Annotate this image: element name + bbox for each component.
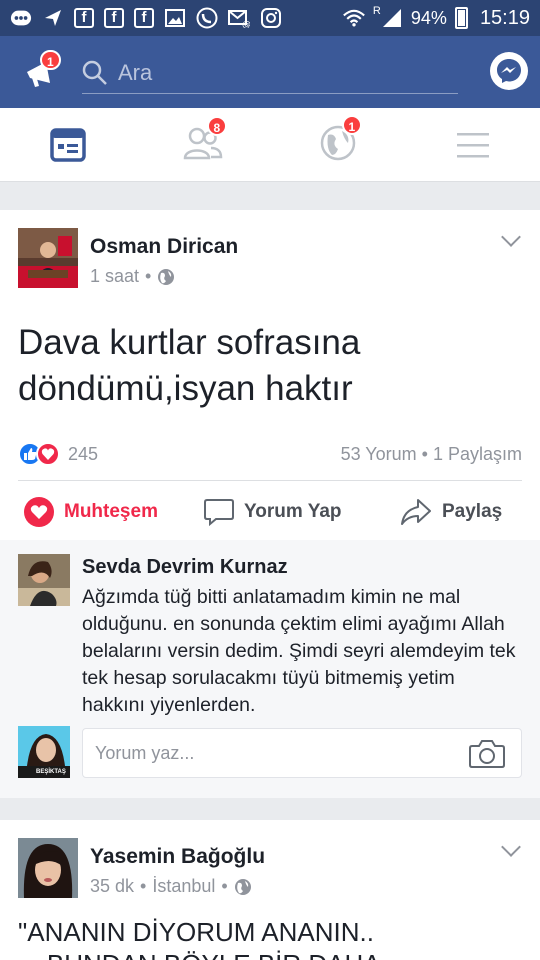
share-button[interactable]: Paylaş (400, 492, 502, 532)
app-header: 1 (0, 36, 540, 108)
post-text: Dava kurtlar sofrasına döndümü,isyan hak… (18, 323, 361, 408)
globe-privacy-icon (158, 268, 175, 285)
clock: 15:19 (479, 6, 530, 29)
search-input[interactable] (118, 59, 448, 86)
globe-privacy-icon (234, 878, 251, 895)
search-icon (82, 60, 107, 85)
post-meta: 35 dk • İstanbul • (90, 876, 252, 897)
messenger-button[interactable] (490, 52, 528, 90)
news-feed-icon (49, 128, 86, 162)
comment-input[interactable] (95, 742, 455, 764)
post-options-chevron-icon[interactable] (501, 227, 521, 247)
notifications-button[interactable]: 1 (24, 50, 61, 90)
post-time[interactable]: 35 dk (90, 876, 134, 897)
post-card: Osman Dirican 1 saat • Dava kurtlar sofr… (0, 210, 540, 798)
phone-icon (196, 7, 218, 29)
meta-separator: • (140, 876, 147, 896)
send-icon (42, 7, 64, 29)
facebook-icon: f (104, 8, 124, 28)
share-label: Paylaş (442, 501, 503, 522)
comment-compose[interactable] (82, 728, 522, 778)
post-text-line: ....BUNDAN BÖYLE BİR DAHA (18, 948, 528, 960)
signal-icon: R (372, 5, 403, 29)
love-icon (24, 497, 54, 527)
comment-button[interactable]: Yorum Yap (204, 492, 342, 532)
wifi-icon (343, 7, 365, 29)
comment-text: Ağzımda tüğ bitti anlatamadım kimin ne m… (82, 586, 516, 716)
post-author-name[interactable]: Yasemin Bağoğlu (90, 845, 265, 869)
post-location[interactable]: İstanbul (152, 876, 215, 897)
react-label: Muhteşem (64, 501, 158, 522)
facebook-icon: f (74, 8, 94, 28)
commenter-name[interactable]: Sevda Devrim Kurnaz (82, 556, 288, 579)
friends-badge: 8 (206, 115, 228, 136)
status-bar: f f f @ R 94% 15:19 (0, 0, 540, 36)
svg-text:@: @ (242, 20, 250, 28)
tab-notifications[interactable]: 1 (270, 108, 405, 182)
post-author-name[interactable]: Osman Dirican (90, 235, 238, 259)
post-options-chevron-icon[interactable] (501, 837, 521, 857)
tab-menu[interactable] (405, 108, 540, 182)
gallery-icon (164, 7, 186, 29)
tab-news-feed[interactable] (0, 108, 135, 182)
share-icon (401, 499, 431, 525)
divider (18, 480, 522, 481)
react-button[interactable]: Muhteşem (24, 492, 158, 532)
meta-separator: • (145, 266, 152, 286)
battery-percent: 94% (410, 7, 447, 28)
commenter-avatar[interactable] (18, 554, 70, 606)
meta-separator: • (221, 876, 228, 896)
reaction-summary[interactable]: 245 (18, 442, 98, 466)
post-card: Yasemin Bağoğlu 35 dk • İstanbul • "ANAN… (0, 820, 540, 960)
camera-icon[interactable] (469, 739, 505, 769)
signal-label: R (372, 5, 381, 17)
avatar[interactable] (18, 838, 78, 898)
hamburger-menu-icon (456, 133, 489, 158)
love-reaction-icon (36, 442, 60, 466)
tab-friend-requests[interactable]: 8 (135, 108, 270, 182)
feed-separator (0, 182, 540, 210)
nav-tabs: 8 1 (0, 108, 540, 182)
notifications-badge: 1 (341, 114, 363, 135)
comment-icon (204, 499, 234, 526)
email-icon: @ (228, 7, 250, 29)
post-text: "ANANIN DİYORUM ANANIN.. ....BUNDAN BÖYL… (18, 916, 528, 960)
instagram-icon (260, 7, 282, 29)
post-text-line: "ANANIN DİYORUM ANANIN.. (18, 917, 374, 947)
comments-section: Sevda Devrim Kurnaz Ağzımda tüğ bitti an… (0, 540, 540, 798)
post-time[interactable]: 1 saat (90, 266, 139, 287)
search-bar[interactable] (82, 52, 458, 94)
avatar[interactable] (18, 228, 78, 288)
facebook-icon: f (134, 8, 154, 28)
post-meta: 1 saat • (90, 266, 175, 287)
messenger-icon (497, 59, 521, 83)
reaction-count: 245 (68, 443, 99, 464)
my-avatar[interactable]: BEŞİKTAŞ (18, 726, 70, 778)
battery-icon (454, 7, 468, 29)
post-stats[interactable]: 53 Yorum • 1 Paylaşım (341, 444, 522, 465)
chat-dots-icon (10, 7, 32, 29)
comment-label: Yorum Yap (244, 501, 342, 522)
notification-badge: 1 (40, 50, 61, 70)
avatar-caption: BEŞİKTAŞ (36, 769, 66, 775)
